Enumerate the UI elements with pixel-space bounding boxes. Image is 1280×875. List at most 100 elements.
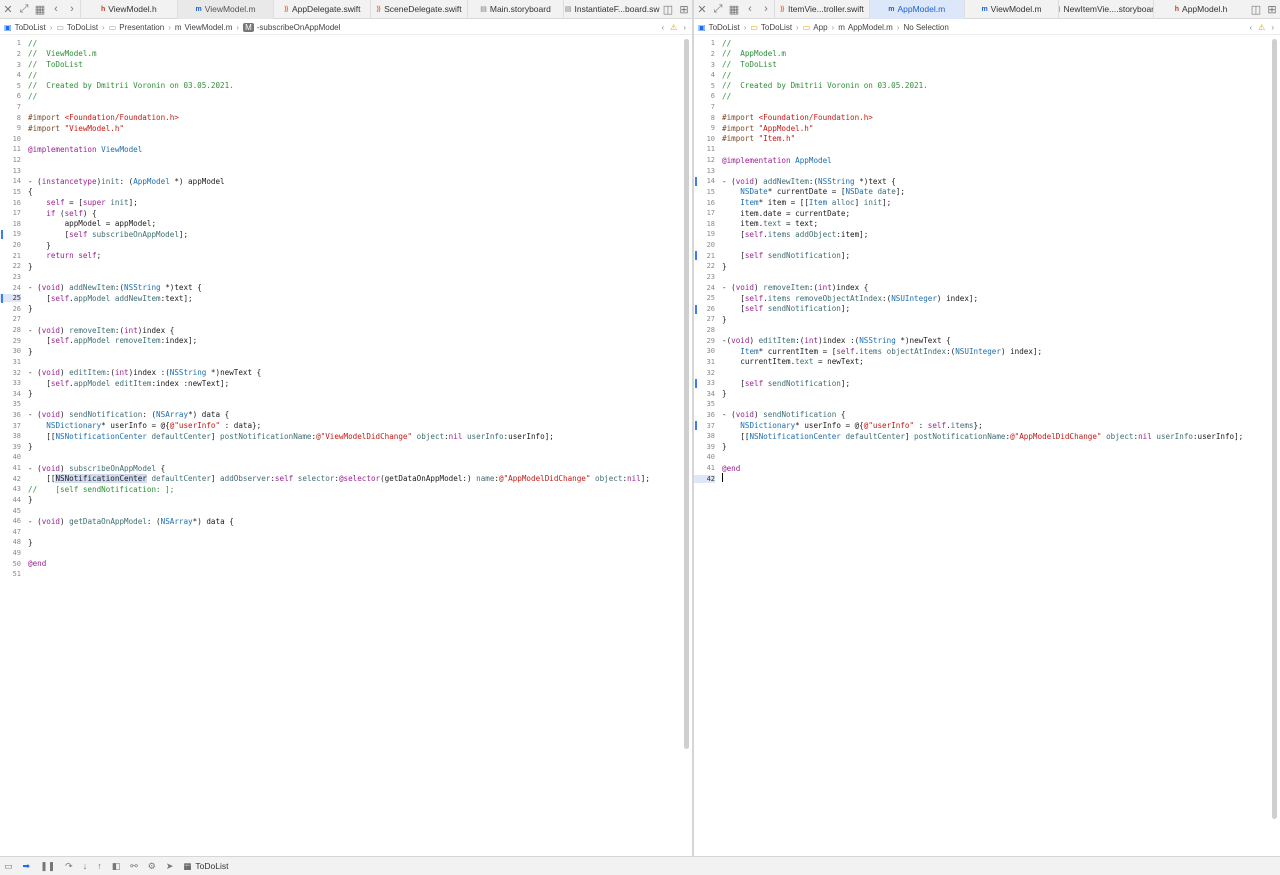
tab-itemvie-troller-swift[interactable]: ⟫ ItemVie...troller.swift	[774, 0, 869, 19]
line-number[interactable]: 9	[694, 124, 715, 132]
line-number[interactable]: 29	[0, 337, 21, 345]
line-number[interactable]: 17	[694, 209, 715, 217]
line-number[interactable]: 11	[694, 145, 715, 153]
expand-icon[interactable]: ⤢	[16, 0, 32, 19]
line-number[interactable]: 4	[0, 71, 21, 79]
scheme-target[interactable]: ▦ ToDoList	[183, 861, 228, 872]
line-number[interactable]: 11	[0, 145, 21, 153]
line-number[interactable]: 37	[694, 422, 715, 430]
breadcrumb-symbol[interactable]: M -subscribeOnAppModel	[243, 22, 340, 32]
line-number[interactable]: 43	[0, 485, 21, 493]
line-number[interactable]: 30	[0, 347, 21, 355]
tab-viewmodel-m[interactable]: m ViewModel.m	[176, 0, 274, 19]
line-number[interactable]: 31	[0, 358, 21, 366]
back-icon[interactable]: ‹	[48, 0, 64, 19]
line-number[interactable]: 41	[694, 464, 715, 472]
line-number[interactable]: 18	[694, 220, 715, 228]
warning-icon[interactable]: ⚠	[670, 23, 677, 32]
line-number[interactable]: 35	[694, 400, 715, 408]
line-number[interactable]: 20	[0, 241, 21, 249]
line-number[interactable]: 3	[694, 61, 715, 69]
line-number[interactable]: 27	[694, 315, 715, 323]
line-number[interactable]: 22	[0, 262, 21, 270]
line-number[interactable]: 2	[694, 50, 715, 58]
line-number[interactable]: 38	[694, 432, 715, 440]
line-number[interactable]: 32	[694, 369, 715, 377]
line-number[interactable]: 41	[0, 464, 21, 472]
hide-debug-area-icon[interactable]: ▭	[4, 861, 13, 872]
tab-appdelegate-swift[interactable]: ⟫ AppDelegate.swift	[273, 0, 370, 19]
line-number[interactable]: 23	[0, 273, 21, 281]
environment-overrides-icon[interactable]: ⚙	[148, 861, 156, 872]
forward-icon[interactable]: ›	[758, 0, 774, 19]
line-number[interactable]: 51	[0, 570, 21, 578]
line-number[interactable]: 40	[694, 453, 715, 461]
tab-appmodel-h[interactable]: h AppModel.h	[1153, 0, 1248, 19]
line-number[interactable]: 26	[694, 305, 715, 313]
grid-icon[interactable]: ▦	[32, 0, 48, 19]
warning-icon[interactable]: ⚠	[1258, 23, 1265, 32]
line-number[interactable]: 13	[694, 167, 715, 175]
line-number[interactable]: 20	[694, 241, 715, 249]
change-bar[interactable]	[695, 177, 697, 187]
close-editor-icon[interactable]: ✕	[0, 0, 16, 19]
right-code-editor[interactable]: 1 // 2 // AppModel.m 3 // ToDoList 4 // 5 // Crea…	[694, 36, 1280, 856]
line-number[interactable]: 16	[694, 199, 715, 207]
split-editor-icon[interactable]: ◫	[1248, 0, 1264, 19]
line-number[interactable]: 30	[694, 347, 715, 355]
line-number[interactable]: 2	[0, 50, 21, 58]
tab-scenedelegate-swift[interactable]: ⟫ SceneDelegate.swift	[370, 0, 467, 19]
line-number[interactable]: 37	[0, 422, 21, 430]
add-editor-icon[interactable]: ⊞	[1264, 0, 1280, 19]
line-number[interactable]: 46	[0, 517, 21, 525]
simulate-location-icon[interactable]: ➤	[166, 861, 174, 872]
step-out-icon[interactable]: ↑	[97, 861, 102, 871]
previous-issue-icon[interactable]: ‹	[661, 23, 664, 32]
line-number[interactable]: 9	[0, 124, 21, 132]
line-number[interactable]: 12	[694, 156, 715, 164]
change-bar[interactable]	[695, 304, 697, 314]
pause-icon[interactable]: ❚❚	[40, 861, 55, 872]
line-number[interactable]: 40	[0, 453, 21, 461]
line-number[interactable]: 18	[0, 220, 21, 228]
previous-issue-icon[interactable]: ‹	[1249, 23, 1252, 32]
line-number[interactable]: 28	[0, 326, 21, 334]
line-number[interactable]: 48	[0, 538, 21, 546]
line-number[interactable]: 47	[0, 528, 21, 536]
line-number[interactable]: 7	[0, 103, 21, 111]
line-number[interactable]: 14	[0, 177, 21, 185]
line-number[interactable]: 34	[694, 390, 715, 398]
line-number[interactable]: 21	[0, 252, 21, 260]
breadcrumb-project[interactable]: ▣ ToDoList	[698, 23, 740, 32]
add-editor-icon[interactable]: ⊞	[676, 0, 692, 19]
line-number[interactable]: 32	[0, 369, 21, 377]
line-number[interactable]: 33	[694, 379, 715, 387]
line-number[interactable]: 33	[0, 379, 21, 387]
line-number[interactable]: 10	[694, 135, 715, 143]
line-number[interactable]: 39	[694, 443, 715, 451]
line-number[interactable]: 7	[694, 103, 715, 111]
line-number[interactable]: 19	[694, 230, 715, 238]
breadcrumb-folder[interactable]: ▭ Presentation	[109, 23, 164, 32]
line-number[interactable]: 5	[0, 82, 21, 90]
breadcrumb-group[interactable]: ▭ ToDoList	[56, 23, 98, 32]
step-over-icon[interactable]: ↷	[65, 861, 73, 872]
line-number[interactable]: 44	[0, 496, 21, 504]
breadcrumb-file[interactable]: m AppModel.m	[838, 23, 893, 32]
line-number[interactable]: 38	[0, 432, 21, 440]
next-issue-icon[interactable]: ›	[1271, 23, 1274, 32]
change-bar[interactable]	[1, 293, 3, 303]
line-number[interactable]: 10	[0, 135, 21, 143]
line-number[interactable]: 42	[0, 475, 21, 483]
line-number[interactable]: 15	[694, 188, 715, 196]
line-number[interactable]: 34	[0, 390, 21, 398]
line-number[interactable]: 1	[694, 39, 715, 47]
left-code-editor[interactable]: 1 // 2 // ViewModel.m 3 // ToDoList 4 // 5 // Cre…	[0, 36, 692, 856]
line-number[interactable]: 6	[694, 92, 715, 100]
breadcrumb-folder[interactable]: ▭ App	[803, 23, 828, 32]
line-number[interactable]: 16	[0, 199, 21, 207]
breakpoints-toggle-icon[interactable]: ➡	[23, 861, 31, 872]
change-bar[interactable]	[695, 251, 697, 261]
breadcrumb-file[interactable]: m ViewModel.m	[175, 23, 233, 32]
line-number[interactable]: 35	[0, 400, 21, 408]
